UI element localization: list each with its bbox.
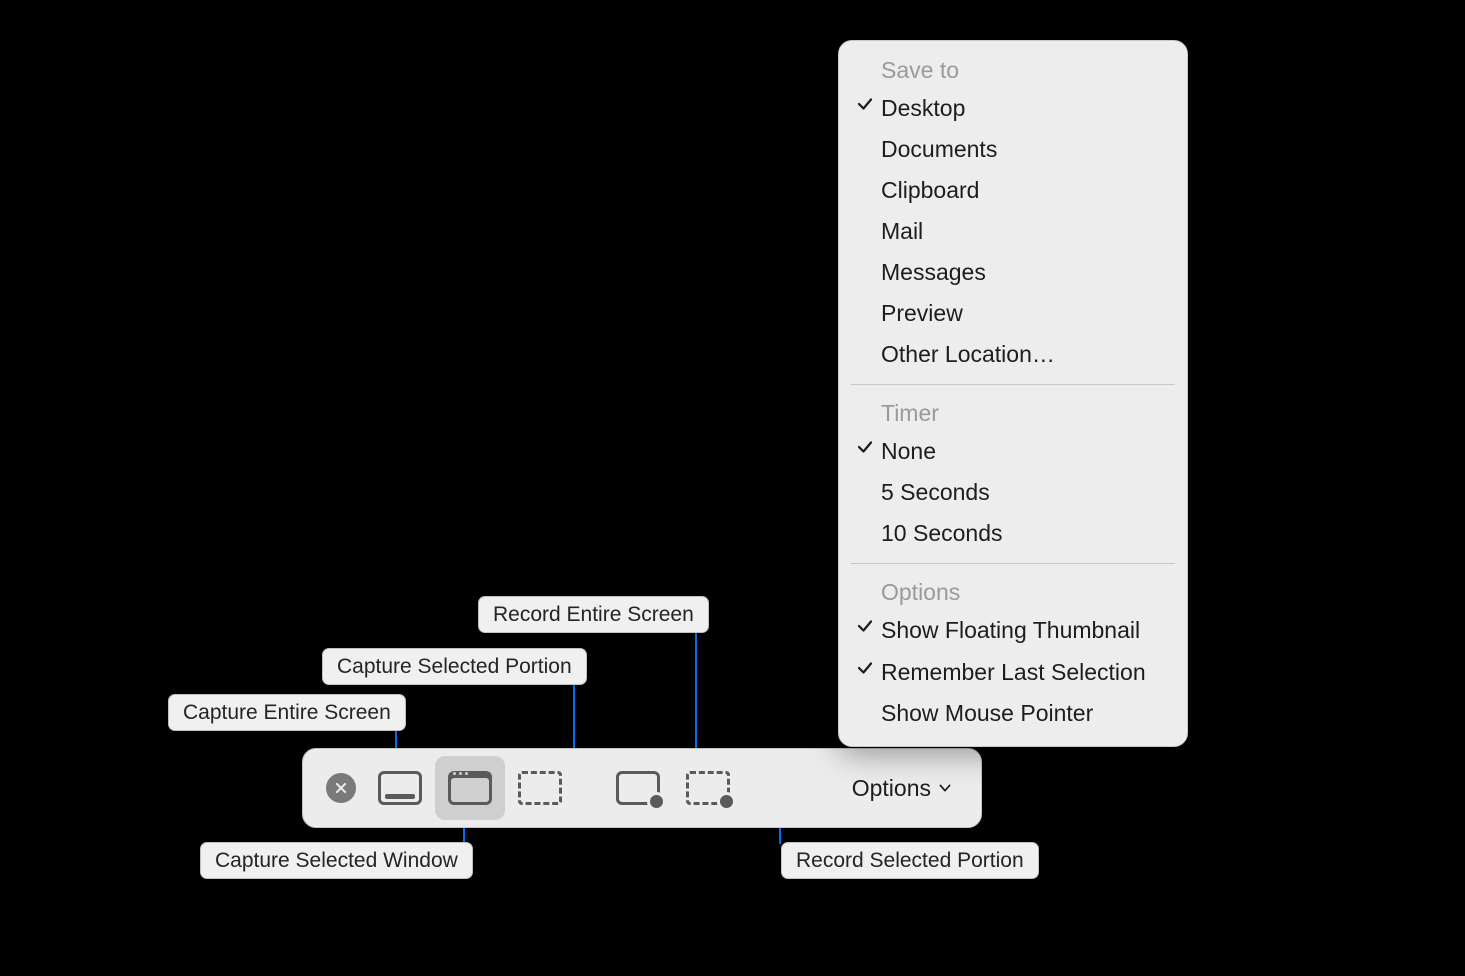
menu-item-timer-none[interactable]: None	[839, 431, 1187, 472]
menu-item-label: 10 Seconds	[881, 520, 1002, 546]
menu-item-label: Mail	[881, 218, 923, 244]
menu-item-label: Desktop	[881, 95, 965, 121]
record-screen-icon	[616, 771, 660, 805]
record-selection-icon	[686, 771, 730, 805]
menu-item-label: Show Floating Thumbnail	[881, 617, 1140, 643]
record-selected-portion-button[interactable]	[673, 756, 743, 820]
menu-item-floating-thumbnail[interactable]: Show Floating Thumbnail	[839, 610, 1187, 651]
menu-item-remember-selection[interactable]: Remember Last Selection	[839, 652, 1187, 693]
callout-capture-entire-screen: Capture Entire Screen	[168, 694, 406, 731]
menu-divider	[851, 384, 1175, 385]
leader-record-entire	[695, 628, 697, 764]
options-menu: Save to Desktop Documents Clipboard Mail…	[838, 40, 1188, 747]
menu-item-label: Preview	[881, 300, 963, 326]
menu-heading-timer: Timer	[839, 394, 1187, 431]
capture-selected-window-button[interactable]	[435, 756, 505, 820]
menu-item-label: None	[881, 438, 936, 464]
menu-item-label: Other Location…	[881, 341, 1055, 367]
selection-icon	[518, 771, 562, 805]
close-icon	[326, 773, 356, 803]
menu-item-label: Messages	[881, 259, 986, 285]
menu-item-other-location[interactable]: Other Location…	[839, 334, 1187, 375]
check-icon	[856, 659, 874, 677]
menu-heading-save-to: Save to	[839, 51, 1187, 88]
screen-icon	[378, 771, 422, 805]
menu-item-label: Show Mouse Pointer	[881, 700, 1093, 726]
callout-record-selected-portion: Record Selected Portion	[781, 842, 1039, 879]
menu-item-messages[interactable]: Messages	[839, 252, 1187, 293]
chevron-down-icon	[937, 780, 953, 796]
menu-item-label: 5 Seconds	[881, 479, 990, 505]
menu-item-clipboard[interactable]: Clipboard	[839, 170, 1187, 211]
check-icon	[856, 95, 874, 113]
close-button[interactable]	[317, 756, 365, 820]
menu-item-desktop[interactable]: Desktop	[839, 88, 1187, 129]
menu-item-timer-5s[interactable]: 5 Seconds	[839, 472, 1187, 513]
callout-record-entire-screen: Record Entire Screen	[478, 596, 709, 633]
callout-capture-selected-window: Capture Selected Window	[200, 842, 473, 879]
callout-capture-selected-portion: Capture Selected Portion	[322, 648, 587, 685]
options-label: Options	[852, 775, 931, 802]
check-icon	[856, 438, 874, 456]
menu-item-timer-10s[interactable]: 10 Seconds	[839, 513, 1187, 554]
menu-item-label: Clipboard	[881, 177, 979, 203]
menu-item-preview[interactable]: Preview	[839, 293, 1187, 334]
check-icon	[856, 617, 874, 635]
menu-item-mouse-pointer[interactable]: Show Mouse Pointer	[839, 693, 1187, 734]
screenshot-toolbar: Options	[302, 748, 982, 828]
capture-selected-portion-button[interactable]	[505, 756, 575, 820]
capture-entire-screen-button[interactable]	[365, 756, 435, 820]
menu-item-mail[interactable]: Mail	[839, 211, 1187, 252]
menu-heading-options: Options	[839, 573, 1187, 610]
menu-divider	[851, 563, 1175, 564]
menu-item-label: Documents	[881, 136, 997, 162]
menu-item-label: Remember Last Selection	[881, 659, 1146, 685]
menu-item-documents[interactable]: Documents	[839, 129, 1187, 170]
options-button[interactable]: Options	[838, 775, 967, 802]
record-entire-screen-button[interactable]	[603, 756, 673, 820]
window-icon	[448, 771, 492, 805]
